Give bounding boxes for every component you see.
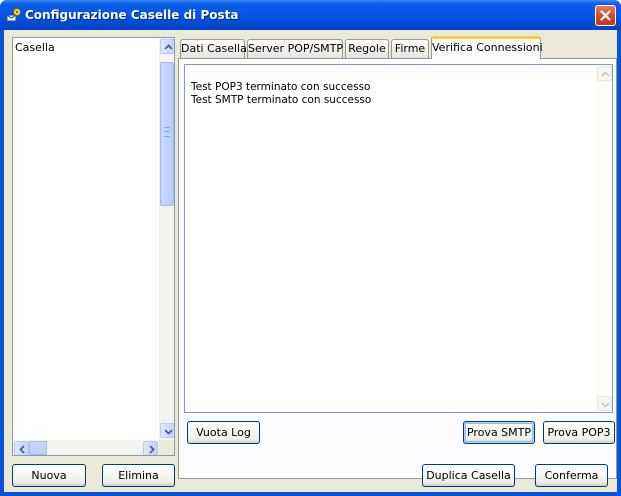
duplicate-mailbox-button[interactable]: Duplica Casella [422,464,515,487]
tab-firme[interactable]: Firme [391,39,429,59]
tab-dati-casella[interactable]: Dati Casella [180,39,247,59]
tab-verifica-connessioni[interactable]: Verifica Connessioni [431,36,543,59]
dialog-window: Configurazione Caselle di Posta Casella [0,0,621,496]
scrollbar-corner [159,440,174,455]
delete-mailbox-button[interactable]: Elimina [102,464,175,487]
log-scroll-up-button[interactable] [597,66,612,81]
chevron-right-icon [149,445,155,454]
chevron-down-icon [164,429,173,435]
window-title: Configurazione Caselle di Posta [25,8,239,22]
test-pop3-button[interactable]: Prova POP3 [543,421,615,444]
chevron-down-icon [601,402,610,408]
scroll-left-button[interactable] [14,441,29,455]
scroll-thumb[interactable] [160,62,174,206]
chevron-left-icon [19,445,25,454]
confirm-button[interactable]: Conferma [535,464,608,487]
tab-panel-verifica-connessioni: Test POP3 terminato con successo Test SM… [178,58,617,479]
scroll-up-button[interactable] [160,39,174,54]
scroll-right-button[interactable] [143,441,158,455]
clear-log-button[interactable]: Vuota Log [187,421,260,444]
mailbox-config-icon [6,7,22,23]
scroll-down-button[interactable] [160,423,174,438]
connection-log[interactable]: Test POP3 terminato con successo Test SM… [184,64,613,413]
list-vertical-scrollbar[interactable] [159,38,174,440]
close-icon [600,10,611,21]
scroll-thumb-horizontal[interactable] [29,441,47,455]
log-line: Test POP3 terminato con successo [191,81,371,93]
close-button[interactable] [595,5,616,26]
list-horizontal-scrollbar[interactable] [13,440,159,455]
new-mailbox-button[interactable]: Nuova [12,464,86,487]
log-scroll-down-button[interactable] [597,396,612,411]
tab-server-pop-smtp[interactable]: Server POP/SMTP [247,39,343,59]
dialog-client-area: Casella Dati Casella Server POP/SMTP Reg… [4,30,617,492]
log-line: Test SMTP terminato con successo [191,94,372,106]
list-header-casella: Casella [15,41,55,54]
log-vertical-scrollbar[interactable] [596,65,612,412]
title-bar[interactable]: Configurazione Caselle di Posta [0,0,621,30]
mailbox-list[interactable]: Casella [12,37,175,456]
chevron-up-icon [164,44,173,50]
test-smtp-button[interactable]: Prova SMTP [463,421,535,444]
tab-regole[interactable]: Regole [345,39,389,59]
chevron-up-icon [601,71,610,77]
